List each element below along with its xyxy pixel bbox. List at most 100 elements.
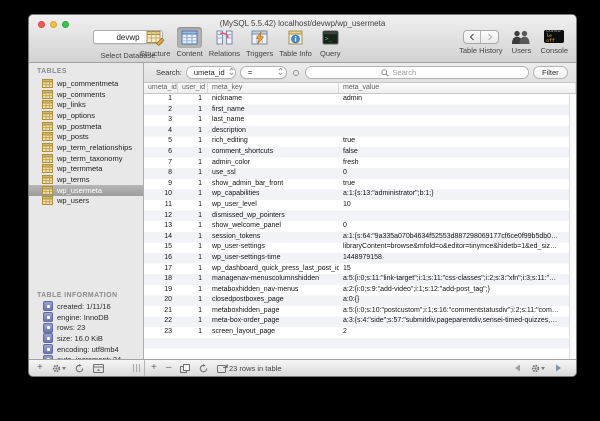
cell-user-id[interactable]: 1 xyxy=(178,211,208,222)
sidebar-table-item[interactable]: wp_postmeta xyxy=(29,121,143,132)
duplicate-row-icon[interactable] xyxy=(180,364,190,373)
cell-umeta-id[interactable]: 18 xyxy=(144,274,178,285)
table-row[interactable]: 4 1 description xyxy=(144,126,576,137)
table-row[interactable]: 20 1 closedpostboxes_page a:0:{} xyxy=(144,295,576,306)
cell-meta-key[interactable]: meta-box-order_page xyxy=(208,316,339,327)
cell-meta-key[interactable]: wp_user_level xyxy=(208,200,339,211)
toolbar-query-button[interactable]: >_ Query xyxy=(318,27,343,58)
search-field[interactable] xyxy=(305,66,528,79)
cell-umeta-id[interactable]: 15 xyxy=(144,242,178,253)
minimize-window-button[interactable] xyxy=(50,21,57,28)
search-input[interactable] xyxy=(392,68,452,77)
cell-meta-value[interactable]: true xyxy=(339,136,576,147)
sidebar-table-item[interactable]: wp_termmeta xyxy=(29,164,143,175)
add-row-button[interactable]: + xyxy=(151,363,157,373)
pagination-menu[interactable] xyxy=(531,364,545,373)
table-row[interactable]: 21 1 metaboxhidden_page a:5:{i:0;s:10:"p… xyxy=(144,306,576,317)
cell-meta-value[interactable] xyxy=(339,105,576,116)
history-forward-button[interactable] xyxy=(481,31,498,43)
column-header-umeta-id[interactable]: umeta_id xyxy=(144,83,178,93)
add-table-button[interactable]: + xyxy=(37,363,43,373)
cell-meta-key[interactable]: wp_user-settings-time xyxy=(208,253,339,264)
table-row[interactable]: 19 1 metaboxhidden_nav-menus a:2:{i:0;s:… xyxy=(144,285,576,296)
close-window-button[interactable] xyxy=(38,21,45,28)
cell-umeta-id[interactable]: 5 xyxy=(144,136,178,147)
table-row[interactable]: 6 1 comment_shortcuts false xyxy=(144,147,576,158)
cell-meta-value[interactable]: fresh xyxy=(339,158,576,169)
cell-user-id[interactable]: 1 xyxy=(178,189,208,200)
cell-umeta-id[interactable]: 7 xyxy=(144,158,178,169)
cell-meta-value[interactable]: 0 xyxy=(339,221,576,232)
cell-user-id[interactable]: 1 xyxy=(178,179,208,190)
remove-row-button[interactable]: – xyxy=(166,363,172,373)
cell-umeta-id[interactable]: 6 xyxy=(144,147,178,158)
cell-meta-value[interactable]: 15 xyxy=(339,264,576,275)
cell-meta-value[interactable]: libraryContent=browse&mfold=o&editor=tin… xyxy=(339,242,576,253)
cell-user-id[interactable]: 1 xyxy=(178,316,208,327)
table-row[interactable]: 17 1 wp_dashboard_quick_press_last_post_… xyxy=(144,264,576,275)
refresh-rows-button[interactable] xyxy=(199,364,208,373)
cell-meta-key[interactable]: show_admin_bar_front xyxy=(208,179,339,190)
cell-user-id[interactable]: 1 xyxy=(178,168,208,179)
table-row[interactable]: 8 1 use_ssl 0 xyxy=(144,168,576,179)
filter-column-select[interactable]: umeta_id xyxy=(186,66,236,79)
cell-meta-key[interactable]: comment_shortcuts xyxy=(208,147,339,158)
cell-umeta-id[interactable]: 2 xyxy=(144,105,178,116)
cell-meta-key[interactable]: managenav-menuscolumnshidden xyxy=(208,274,339,285)
console-button[interactable]: console off Console xyxy=(540,27,568,55)
cell-meta-key[interactable]: wp_dashboard_quick_press_last_post_id xyxy=(208,264,339,275)
add-filter-icon[interactable] xyxy=(293,70,299,76)
cell-user-id[interactable]: 1 xyxy=(178,147,208,158)
cell-user-id[interactable]: 1 xyxy=(178,327,208,338)
cell-meta-value[interactable]: a:2:{i:0;s:9:"add-video";i:1;s:12:"add-p… xyxy=(339,285,576,296)
table-row[interactable]: 1 1 nickname admin xyxy=(144,94,576,105)
cell-user-id[interactable]: 1 xyxy=(178,274,208,285)
cell-meta-key[interactable]: description xyxy=(208,126,339,137)
cell-user-id[interactable]: 1 xyxy=(178,306,208,317)
cell-meta-key[interactable]: closedpostboxes_page xyxy=(208,295,339,306)
next-page-button[interactable] xyxy=(555,364,562,372)
previous-page-button[interactable] xyxy=(514,364,521,372)
cell-meta-key[interactable]: nickname xyxy=(208,94,339,105)
cell-meta-value[interactable]: true xyxy=(339,179,576,190)
table-row[interactable]: 14 1 session_tokens a:1:{s:64:"9a335a070… xyxy=(144,232,576,243)
cell-umeta-id[interactable]: 12 xyxy=(144,211,178,222)
cell-meta-key[interactable]: first_name xyxy=(208,105,339,116)
sidebar-table-item[interactable]: wp_posts xyxy=(29,131,143,142)
column-header-user-id[interactable]: user_id xyxy=(178,83,208,93)
cell-umeta-id[interactable]: 13 xyxy=(144,221,178,232)
cell-meta-key[interactable]: use_ssl xyxy=(208,168,339,179)
cell-meta-key[interactable]: dismissed_wp_pointers xyxy=(208,211,339,222)
table-row[interactable]: 9 1 show_admin_bar_front true xyxy=(144,179,576,190)
cell-user-id[interactable]: 1 xyxy=(178,232,208,243)
table-row[interactable]: 22 1 meta-box-order_page a:3:{s:4:"side"… xyxy=(144,316,576,327)
cell-umeta-id[interactable]: 8 xyxy=(144,168,178,179)
sidebar-table-item[interactable]: wp_commentmeta xyxy=(29,78,143,89)
cell-meta-key[interactable]: metaboxhidden_nav-menus xyxy=(208,285,339,296)
cell-umeta-id[interactable]: 21 xyxy=(144,306,178,317)
sidebar-table-item[interactable]: wp_term_relationships xyxy=(29,142,143,153)
cell-user-id[interactable]: 1 xyxy=(178,158,208,169)
cell-umeta-id[interactable]: 23 xyxy=(144,327,178,338)
cell-meta-value[interactable]: a:1:{s:64:"9a335a070b4634f52553d88729806… xyxy=(339,232,576,243)
cell-user-id[interactable]: 1 xyxy=(178,221,208,232)
sidebar-table-item[interactable]: wp_term_taxonomy xyxy=(29,153,143,164)
cell-meta-value[interactable]: 10 xyxy=(339,200,576,211)
cell-meta-value[interactable]: 1448979158 xyxy=(339,253,576,264)
cell-meta-value[interactable] xyxy=(339,126,576,137)
toolbar-triggers-button[interactable]: Triggers xyxy=(246,27,273,58)
filter-button[interactable]: Filter xyxy=(533,66,568,79)
cell-umeta-id[interactable]: 1 xyxy=(144,94,178,105)
toolbar-relations-button[interactable]: Relations xyxy=(209,27,240,58)
popup-editor-icon[interactable] xyxy=(217,364,228,373)
toolbar-content-button[interactable]: Content xyxy=(176,27,202,58)
cell-user-id[interactable]: 1 xyxy=(178,264,208,275)
table-row[interactable]: 3 1 last_name xyxy=(144,115,576,126)
vertical-scrollbar[interactable] xyxy=(569,94,576,359)
toolbar-structure-button[interactable]: Structure xyxy=(140,27,170,58)
table-row[interactable]: 7 1 admin_color fresh xyxy=(144,158,576,169)
cell-meta-value[interactable]: admin xyxy=(339,94,576,105)
cell-umeta-id[interactable]: 4 xyxy=(144,126,178,137)
cell-meta-value[interactable]: false xyxy=(339,147,576,158)
cell-meta-key[interactable]: rich_editing xyxy=(208,136,339,147)
